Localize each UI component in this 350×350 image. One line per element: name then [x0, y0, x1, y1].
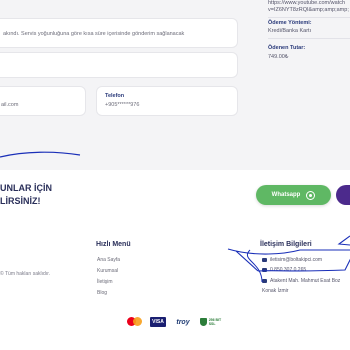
order-link-line2: v=IZ6NYT8zRQI&amp;amp;amp;: [268, 7, 349, 13]
menu-link-corporate[interactable]: Kurumsal: [97, 268, 118, 274]
menu-link-home[interactable]: Ana Sayfa: [97, 257, 120, 263]
contact-email: iletisim@boltakipci.com: [270, 257, 323, 263]
contact-phone-row[interactable]: 0 850 307 0 265: [262, 267, 306, 273]
order-link-text[interactable]: https://www.youtube.com/watch v=IZ6NYT8z…: [268, 0, 349, 14]
phone-label: Telefon: [105, 93, 125, 99]
paid-amount-value: 749.00₺: [268, 54, 289, 60]
cta-line-1: UNLAR İÇİN: [0, 183, 52, 193]
contact-address-row-2: Konak İzmir: [262, 288, 288, 294]
ssl-secure-icon: 256 BIT SSL: [200, 317, 228, 327]
order-link-line1: https://www.youtube.com/watch: [268, 0, 346, 6]
delivery-notice-card: akındı. Servis yoğunluğuna göre kısa sür…: [0, 18, 238, 48]
contact-address-line1: Atakent Mah. Mahmut Esat Boz: [270, 278, 341, 284]
quick-menu-title: Hızlı Menü: [96, 241, 131, 248]
site-footer: UNLAR İÇİN LİRSİNİZ! Whatsapp © Tüm hakl…: [0, 170, 350, 350]
payment-method-label: Ödeme Yöntemi:: [268, 20, 312, 26]
contact-address-row: Atakent Mah. Mahmut Esat Boz: [262, 278, 340, 284]
troy-icon: troy: [176, 318, 190, 326]
payment-logos: VISA troy 256 BIT SSL: [127, 317, 228, 327]
visa-icon: VISA: [150, 317, 166, 327]
whatsapp-button[interactable]: Whatsapp: [256, 185, 331, 205]
payment-method-value: Kredi/Banka Kartı: [268, 28, 312, 34]
envelope-icon: [262, 258, 267, 262]
location-icon: [262, 279, 267, 283]
mastercard-icon: [127, 317, 143, 327]
menu-link-blog[interactable]: Blog: [97, 290, 107, 296]
copyright-text: © Tüm hakları saklıdır.: [0, 271, 50, 277]
phone-icon: [262, 268, 267, 272]
whatsapp-button-label: Whatsapp: [271, 192, 301, 198]
secondary-contact-button[interactable]: [336, 185, 350, 205]
contact-phone: 0 850 307 0 265: [270, 267, 307, 273]
order-detail-area: akındı. Servis yoğunluğuna göre kısa sür…: [0, 0, 350, 170]
email-value: ail.com: [1, 102, 19, 108]
menu-link-contact[interactable]: İletişim: [97, 279, 113, 285]
phone-card: Telefon +905******976: [96, 86, 238, 116]
whatsapp-icon: [306, 190, 316, 200]
contact-email-row[interactable]: iletisim@boltakipci.com: [262, 257, 322, 263]
order-link-card: [0, 52, 238, 78]
cta-line-2: LİRSİNİZ!: [0, 196, 41, 206]
divider: [268, 38, 350, 39]
phone-value: +905******976: [105, 102, 140, 108]
paid-amount-label: Ödenen Tutar:: [268, 45, 306, 51]
contact-address-line2: Konak İzmir: [262, 288, 289, 294]
footer-cta-heading: UNLAR İÇİN LİRSİNİZ!: [0, 182, 52, 208]
delivery-notice-text: akındı. Servis yoğunluğuna göre kısa sür…: [3, 31, 185, 37]
divider: [268, 17, 350, 18]
ssl-text: 256 BIT SSL: [208, 318, 222, 326]
email-card: ail.com: [0, 86, 86, 116]
contact-info-title: İletişim Bilgileri: [260, 241, 312, 248]
